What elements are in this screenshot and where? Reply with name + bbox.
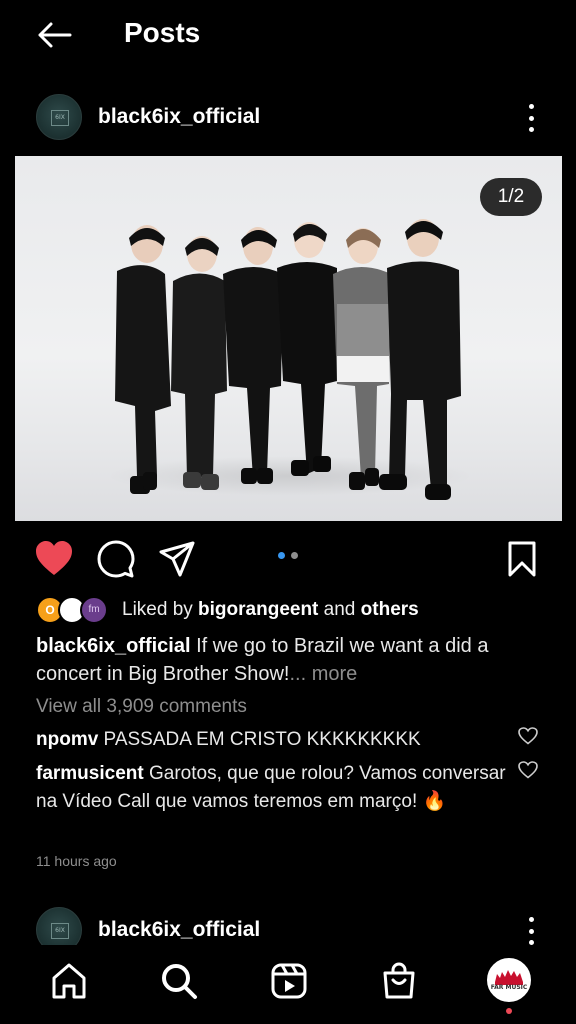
group-photo [115, 219, 461, 500]
comment-text: PASSADA EM CRISTO KKKKKKKKK [98, 729, 421, 750]
post-image[interactable]: 1/2 [15, 156, 562, 521]
avatar-logo: 6IX [51, 923, 69, 939]
person-6 [379, 219, 461, 500]
next-post-header: 6IX black6ix_official [0, 905, 576, 945]
comment-like-heart-icon[interactable] [518, 727, 538, 745]
carousel-dot [291, 552, 298, 559]
image-counter: 1/2 [480, 178, 542, 216]
liked-by-text: Liked by bigorangeent and others [122, 599, 419, 620]
carousel-indicator [278, 552, 300, 560]
next-post-username[interactable]: black6ix_official [98, 918, 260, 942]
post-username[interactable]: black6ix_official [98, 105, 260, 129]
profile-logo-text: FAR MUSIC [490, 984, 528, 991]
comment-1: npomv PASSADA EM CRISTO KKKKKKKKK [36, 726, 506, 754]
person-2 [171, 236, 227, 490]
page-title: Posts [124, 17, 201, 48]
paper-plane-icon[interactable] [158, 540, 196, 578]
back-arrow-icon[interactable] [36, 18, 76, 52]
comment-username[interactable]: farmusicent [36, 763, 144, 784]
author-avatar[interactable]: 6IX [36, 94, 82, 140]
bottom-navigation: FAR MUSIC [0, 945, 576, 1024]
home-icon[interactable] [49, 961, 89, 1001]
person-1 [115, 225, 171, 494]
search-icon[interactable] [159, 961, 199, 1001]
profile-avatar[interactable]: FAR MUSIC [487, 958, 531, 1002]
caption-more-link[interactable]: ... more [289, 663, 357, 685]
person-4 [277, 222, 337, 476]
reels-icon[interactable] [269, 961, 309, 1001]
avatar-logo: 6IX [51, 110, 69, 126]
more-vertical-icon[interactable] [526, 104, 536, 132]
liker-avatar-3: fm [80, 596, 108, 624]
post-timestamp: 11 hours ago [36, 853, 117, 869]
view-all-comments-link[interactable]: View all 3,909 comments [36, 696, 247, 718]
caption-username[interactable]: black6ix_official [36, 635, 191, 657]
comment-2: farmusicent Garotos, que que rolou? Vamo… [36, 760, 506, 816]
comment-bubble-icon[interactable] [97, 540, 135, 578]
more-vertical-icon[interactable] [526, 917, 536, 945]
heart-filled-icon[interactable] [34, 540, 72, 578]
post-caption: black6ix_official If we go to Brazil we … [36, 632, 536, 688]
top-bar: Posts [0, 0, 576, 70]
liked-by-others[interactable]: others [361, 599, 419, 620]
liked-by-user[interactable]: bigorangeent [198, 599, 318, 620]
post-header: 6IX black6ix_official [0, 92, 576, 142]
bookmark-icon[interactable] [506, 540, 544, 578]
next-author-avatar[interactable]: 6IX [36, 907, 82, 945]
shopping-bag-icon[interactable] [379, 961, 419, 1001]
comment-like-heart-icon[interactable] [518, 761, 538, 779]
notification-dot [506, 1008, 512, 1014]
carousel-dot-active [278, 552, 285, 559]
person-5 [333, 228, 391, 490]
comment-username[interactable]: npomv [36, 729, 98, 750]
person-3 [223, 227, 283, 484]
liked-by-row[interactable]: O fm Liked by bigorangeent and others [36, 596, 556, 626]
